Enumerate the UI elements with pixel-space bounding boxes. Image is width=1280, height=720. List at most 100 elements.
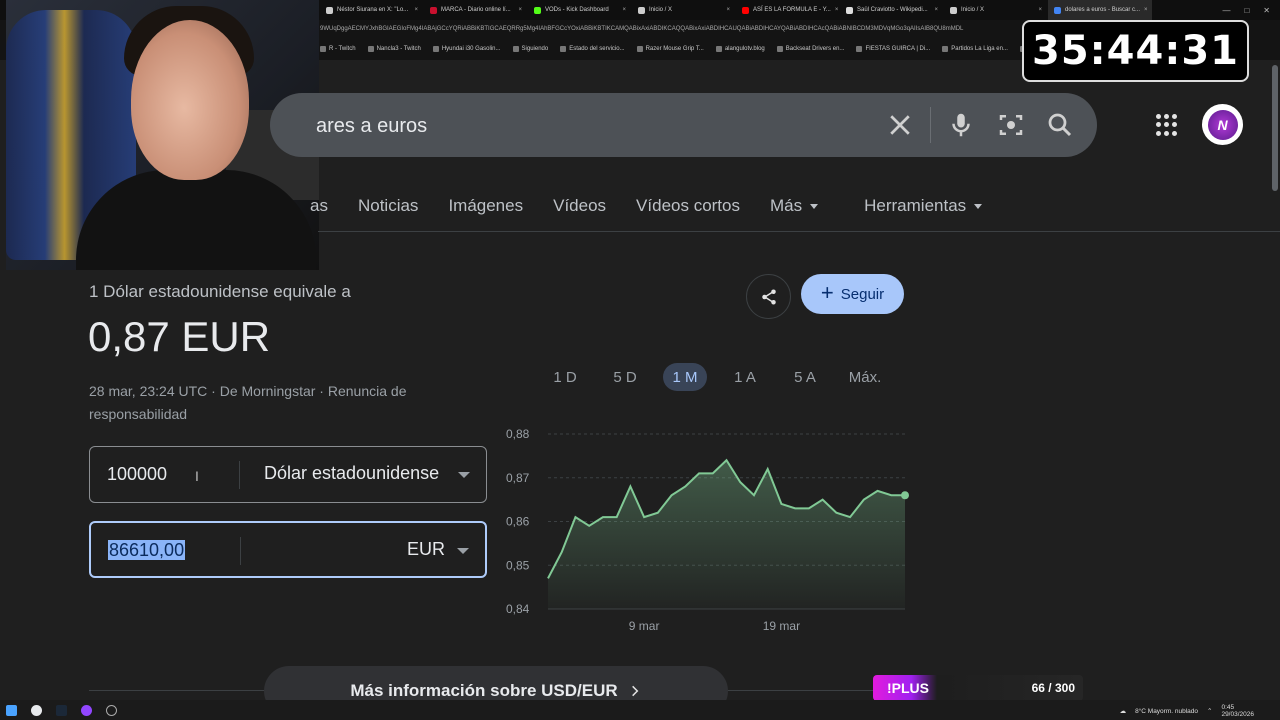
from-amount-box: 100000 Dólar estadounidense [89,446,487,503]
nav-tab[interactable]: Noticias [358,196,418,216]
dropdown-arrow-icon[interactable] [458,472,470,478]
browser-tab[interactable]: VODs - Kick Dashboard × [528,0,632,20]
bookmark-favicon-icon [636,46,643,52]
nav-tab[interactable]: Vídeos [553,196,606,216]
range-option[interactable]: 1 M [663,363,707,391]
exchange-rate-chart: 0,84 0,85 0,86 0,87 0,88 9 mar 19 mar [506,427,909,633]
minimize-icon[interactable]: — [1222,6,1230,15]
nav-tab[interactable]: Herramientas [864,196,983,216]
bookmark-favicon-icon [856,46,863,52]
bookmark-item[interactable]: Partidos La Liga en... [942,46,1008,52]
y-tick-label: 0,86 [506,515,530,529]
range-option[interactable]: 1 A [715,363,775,391]
tray-chevron-icon[interactable]: ⌃ [1207,707,1212,715]
plus-tag: !PLUS [873,675,937,701]
plus-icon: + [820,280,834,305]
clock: 0:45 29/03/2026 [1221,704,1254,718]
tab-favicon-icon [534,6,541,14]
bookmark-label: Partidos La Liga en... [951,46,1008,52]
nav-tab-label: Vídeos [553,196,607,215]
app-icon[interactable] [81,704,92,716]
lens-camera-icon[interactable] [996,110,1026,140]
to-amount-input[interactable]: 86610,00 [108,540,186,561]
range-option[interactable]: 1 D [535,363,595,391]
search-icon[interactable] [1045,110,1075,140]
tab-label: ASÍ ES LA FORMULA E - Y... [753,7,831,13]
clear-icon[interactable] [885,110,915,140]
browser-tab[interactable]: Inicio / X × [944,0,1048,20]
bookmark-item[interactable]: Razer Mouse Grip T... [636,46,704,52]
search-input[interactable]: ares a euros [316,115,427,138]
bookmark-item[interactable]: Estado del servicio... [560,46,625,52]
tab-close-icon[interactable]: × [622,7,626,13]
clock-date: 29/03/2026 [1221,711,1254,718]
account-avatar[interactable]: N [1202,104,1243,145]
avatar-logo: N [1207,109,1238,140]
weather-icon: ☁ [1119,708,1127,715]
nav-tab-label: Más [770,196,803,215]
more-info-label: Más información sobre USD/EUR [350,681,618,700]
tab-close-icon[interactable]: × [726,7,730,13]
nav-tab[interactable]: Más [770,196,819,216]
bookmark-item[interactable]: R - Twitch [320,46,356,52]
range-option[interactable]: 5 D [595,363,655,391]
browser-tab[interactable]: Néstor Siurana en X: "Lo... × [320,0,424,20]
tab-close-icon[interactable]: × [518,7,522,13]
tab-close-icon[interactable]: × [835,7,839,13]
tab-favicon-icon [1054,6,1061,14]
data-point [901,491,909,500]
page-scrollbar[interactable] [1272,65,1278,191]
bookmark-item[interactable]: FIESTAS GUIRCA | Di... [856,46,930,52]
maximize-icon[interactable]: □ [1244,6,1249,15]
nav-tab[interactable]: as [310,196,328,216]
browser-tab[interactable]: dolares a euros - Buscar c... × [1048,0,1152,20]
stream-timer: 35:44:31 [1022,20,1249,82]
tab-close-icon[interactable]: × [1038,7,1042,13]
settings-icon[interactable] [106,704,117,716]
follow-button[interactable]: + Seguir [801,274,904,314]
steam-icon[interactable] [56,704,67,716]
tab-label: Inicio / X [961,7,985,13]
tab-close-icon[interactable]: × [934,7,938,13]
bookmark-item[interactable]: Nancla3 - Twitch [367,46,421,52]
to-currency-select[interactable]: EUR [407,539,445,560]
google-apps-icon[interactable] [1156,114,1178,136]
nav-tab[interactable]: Imágenes [448,196,523,216]
tab-favicon-icon [326,6,333,14]
bookmark-item[interactable]: Hyundai i30 Gasolin... [432,46,501,52]
x-tick-label: 19 mar [763,619,800,633]
from-amount-input[interactable]: 100000 [107,464,167,485]
bookmark-item[interactable]: Backseat Drivers en... [776,46,844,52]
nav-tab[interactable]: Vídeos cortos [636,196,740,216]
start-icon[interactable] [6,704,17,716]
conversion-result: 0,87 EUR [88,313,271,360]
search-divider [930,107,931,143]
microphone-icon[interactable] [946,110,976,140]
tab-favicon-icon [846,6,853,14]
dropdown-arrow-icon[interactable] [457,548,469,554]
bookmark-favicon-icon [776,46,783,52]
equivalence-label: 1 Dólar estadounidense equivale a [89,282,351,301]
window-controls: — □ ✕ [1222,6,1280,15]
range-option[interactable]: Máx. [835,363,895,391]
close-window-icon[interactable]: ✕ [1263,6,1270,15]
range-selector: 1 D5 D 1 M 1 A5 A Máx. [535,363,895,391]
browser-tab[interactable]: Saül Craviotto - Wikipedi... × [840,0,944,20]
nav-tab-label: as [310,196,328,215]
tab-favicon-icon [742,6,749,14]
bookmark-favicon-icon [367,46,374,52]
range-option[interactable]: 5 A [775,363,835,391]
browser-tab[interactable]: Inicio / X × [632,0,736,20]
bookmark-item[interactable]: alangulotv.blog [715,46,765,52]
caret-down-icon [810,203,819,209]
tab-close-icon[interactable]: × [1144,7,1148,13]
chrome-icon[interactable] [31,704,42,716]
tab-close-icon[interactable]: × [414,7,418,13]
browser-tab[interactable]: MARCA - Diario online lí... × [424,0,528,20]
search-bar[interactable]: ares a euros [270,93,1097,157]
bookmark-favicon-icon [715,46,722,52]
share-button[interactable] [746,274,791,319]
bookmark-item[interactable]: Siguiendo [512,46,548,52]
browser-tab[interactable]: ASÍ ES LA FORMULA E - Y... × [736,0,840,20]
from-currency-select[interactable]: Dólar estadounidense [264,463,439,484]
